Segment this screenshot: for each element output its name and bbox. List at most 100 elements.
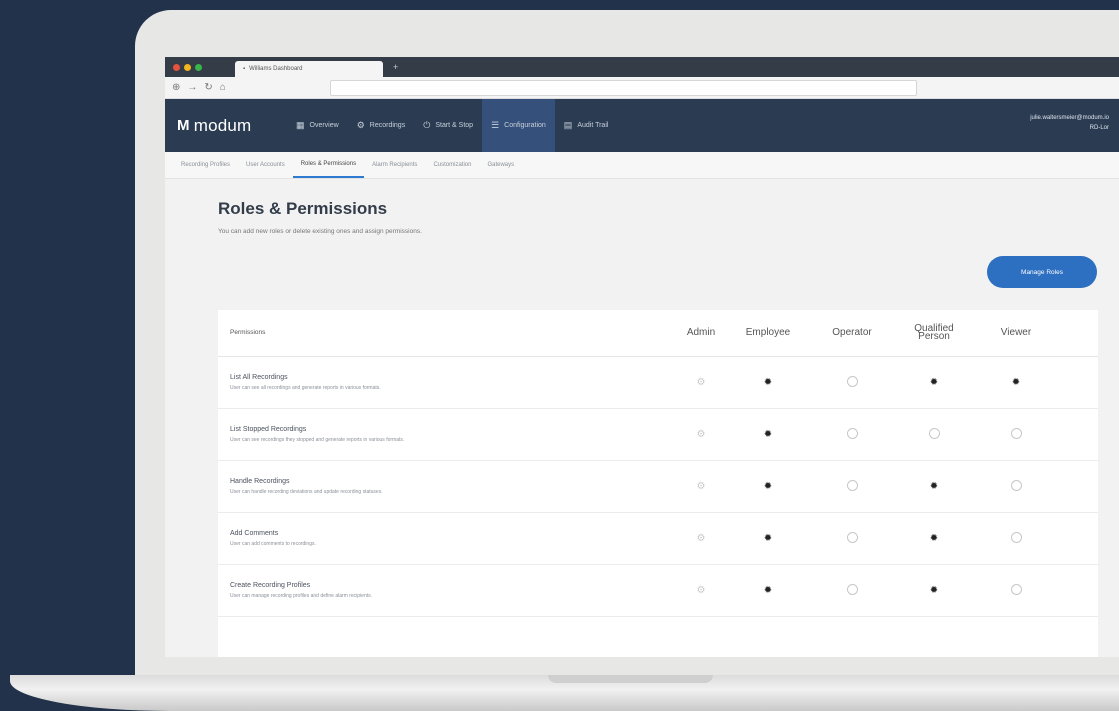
new-tab-icon[interactable]: + xyxy=(393,62,398,72)
config-icon: ☰ xyxy=(491,120,500,130)
browser-tab-title: Williams Dashboard xyxy=(249,66,303,72)
column-viewer: Viewer xyxy=(1000,327,1032,338)
manage-roles-button[interactable]: Manage Roles xyxy=(987,256,1097,288)
subtab-recording-profiles[interactable]: Recording Profiles xyxy=(173,152,238,178)
table-body: List All Recordings User can see all reco… xyxy=(218,357,1098,617)
permission-disabled-toggle[interactable] xyxy=(810,427,894,442)
column-employee: Employee xyxy=(745,327,791,338)
permission-enabled-toggle[interactable]: ✹ xyxy=(726,481,810,492)
maximize-window-button[interactable] xyxy=(195,63,202,71)
main-content: Roles & Permissions You can add new role… xyxy=(165,179,1119,657)
grid-icon: ▦ xyxy=(296,120,305,130)
permission-disabled-toggle[interactable] xyxy=(894,427,974,442)
permission-title: List All Recordings xyxy=(230,374,288,381)
permission-disabled-toggle[interactable] xyxy=(810,531,894,546)
permission-cell: List All Recordings User can see all reco… xyxy=(218,374,678,391)
document-icon: ▤ xyxy=(563,120,573,130)
column-qualified-person: Qualified Person xyxy=(914,323,954,342)
user-role: RD-Lor xyxy=(1089,125,1109,131)
permission-title: List Stopped Recordings xyxy=(230,426,307,433)
subtab-customization[interactable]: Customization xyxy=(425,152,479,178)
reload-icon[interactable]: ↻ xyxy=(204,82,212,93)
forward-icon[interactable]: → xyxy=(187,82,197,93)
table-row: Create Recording Profiles User can manage… xyxy=(218,565,1098,617)
permission-description: User can add comments to recordings. xyxy=(230,541,316,547)
nav-label: Overview xyxy=(309,122,339,129)
column-permissions: Permissions xyxy=(230,329,266,336)
table-row: Add Comments User can add comments to rec… xyxy=(218,513,1098,565)
nav-audit-trail[interactable]: ▤ Audit Trail xyxy=(555,99,618,152)
permission-cell: Handle Recordings User can handle recordi… xyxy=(218,478,678,495)
logo-mark-icon: M xyxy=(177,117,190,134)
favicon-icon: ▪ xyxy=(243,66,246,72)
permission-description: User can see recordings they stopped and… xyxy=(230,437,405,443)
permission-disabled-toggle[interactable] xyxy=(810,375,894,390)
nav-label: Audit Trail xyxy=(577,122,609,129)
locked-permission-icon: ⚙ xyxy=(696,377,706,388)
laptop-screen: ▪ Williams Dashboard + ⊕ → ↻ ⌂ M modum ▦… xyxy=(165,57,1119,657)
nav-recordings[interactable]: ⚙ Recordings xyxy=(348,99,415,152)
close-window-button[interactable] xyxy=(173,63,180,71)
subtab-alarm-recipients[interactable]: Alarm Recipients xyxy=(364,152,425,178)
minimize-window-button[interactable] xyxy=(184,63,191,71)
locked-permission-icon: ⚙ xyxy=(696,481,706,492)
permission-disabled-toggle[interactable] xyxy=(974,531,1058,546)
browser-toolbar: ⊕ → ↻ ⌂ xyxy=(165,77,1119,99)
column-operator: Operator xyxy=(832,327,872,338)
permission-disabled-toggle[interactable] xyxy=(974,427,1058,442)
permission-cell: List Stopped Recordings User can see reco… xyxy=(218,426,678,443)
permission-enabled-toggle[interactable]: ✹ xyxy=(974,377,1058,388)
nav-label: Start & Stop xyxy=(435,122,474,129)
permissions-table: Permissions Admin Employee Operator Qual… xyxy=(218,310,1098,657)
subtab-user-accounts[interactable]: User Accounts xyxy=(238,152,293,178)
permission-description: User can see all recordings and generate… xyxy=(230,385,381,391)
page-title: Roles & Permissions xyxy=(218,199,388,218)
url-input[interactable] xyxy=(330,80,917,96)
modum-logo[interactable]: M modum xyxy=(165,99,287,152)
logo-text: modum xyxy=(193,115,252,135)
laptop-notch xyxy=(548,675,713,683)
permission-disabled-toggle[interactable] xyxy=(974,583,1058,598)
home-icon[interactable]: ⌂ xyxy=(220,82,226,93)
nav-configuration[interactable]: ☰ Configuration xyxy=(482,99,555,152)
permission-enabled-toggle[interactable]: ✹ xyxy=(726,585,810,596)
user-menu[interactable]: julie.waltersmeier@modum.io RD-Lor xyxy=(1030,113,1109,133)
table-row: List All Recordings User can see all reco… xyxy=(218,357,1098,409)
table-row: Handle Recordings User can handle recordi… xyxy=(218,461,1098,513)
locked-permission-icon: ⚙ xyxy=(696,429,706,440)
back-icon[interactable]: ⊕ xyxy=(172,82,180,93)
permission-title: Handle Recordings xyxy=(230,478,290,485)
permission-enabled-toggle[interactable]: ✹ xyxy=(894,585,974,596)
app-header: M modum ▦ Overview ⚙ Recordings ⏻ Start … xyxy=(165,99,1119,152)
permission-enabled-toggle[interactable]: ✹ xyxy=(894,481,974,492)
permission-cell: Create Recording Profiles User can manage… xyxy=(218,582,678,599)
user-email: julie.waltersmeier@modum.io xyxy=(1030,115,1109,121)
permission-enabled-toggle[interactable]: ✹ xyxy=(726,377,810,388)
permission-cell: Add Comments User can add comments to rec… xyxy=(218,530,678,547)
permission-disabled-toggle[interactable] xyxy=(974,479,1058,494)
permission-enabled-toggle[interactable]: ✹ xyxy=(726,429,810,440)
nav-start-stop[interactable]: ⏻ Start & Stop xyxy=(414,99,482,152)
permission-description: User can manage recording profiles and d… xyxy=(230,593,373,599)
permission-disabled-toggle[interactable] xyxy=(810,479,894,494)
subtab-gateways[interactable]: Gateways xyxy=(479,152,522,178)
permission-title: Create Recording Profiles xyxy=(230,582,311,589)
subtab-roles-permissions[interactable]: Roles & Permissions xyxy=(292,152,365,178)
permission-enabled-toggle[interactable]: ✹ xyxy=(894,377,974,388)
settings-icon: ⚙ xyxy=(356,120,365,130)
permission-enabled-toggle[interactable]: ✹ xyxy=(894,533,974,544)
table-header: Permissions Admin Employee Operator Qual… xyxy=(218,310,1098,357)
config-subtabs: Recording Profiles User Accounts Roles &… xyxy=(165,152,1119,179)
window-controls xyxy=(165,63,210,71)
nav-overview[interactable]: ▦ Overview xyxy=(287,99,348,152)
permission-disabled-toggle[interactable] xyxy=(810,583,894,598)
nav-label: Recordings xyxy=(369,122,406,129)
permission-enabled-toggle[interactable]: ✹ xyxy=(726,533,810,544)
browser-tab[interactable]: ▪ Williams Dashboard xyxy=(235,61,383,77)
table-row: List Stopped Recordings User can see reco… xyxy=(218,409,1098,461)
column-admin: Admin xyxy=(686,327,716,338)
page-description: You can add new roles or delete existing… xyxy=(218,228,422,235)
locked-permission-icon: ⚙ xyxy=(696,533,706,544)
nav-label: Configuration xyxy=(504,122,546,129)
permission-description: User can handle recording deviations and… xyxy=(230,489,383,495)
